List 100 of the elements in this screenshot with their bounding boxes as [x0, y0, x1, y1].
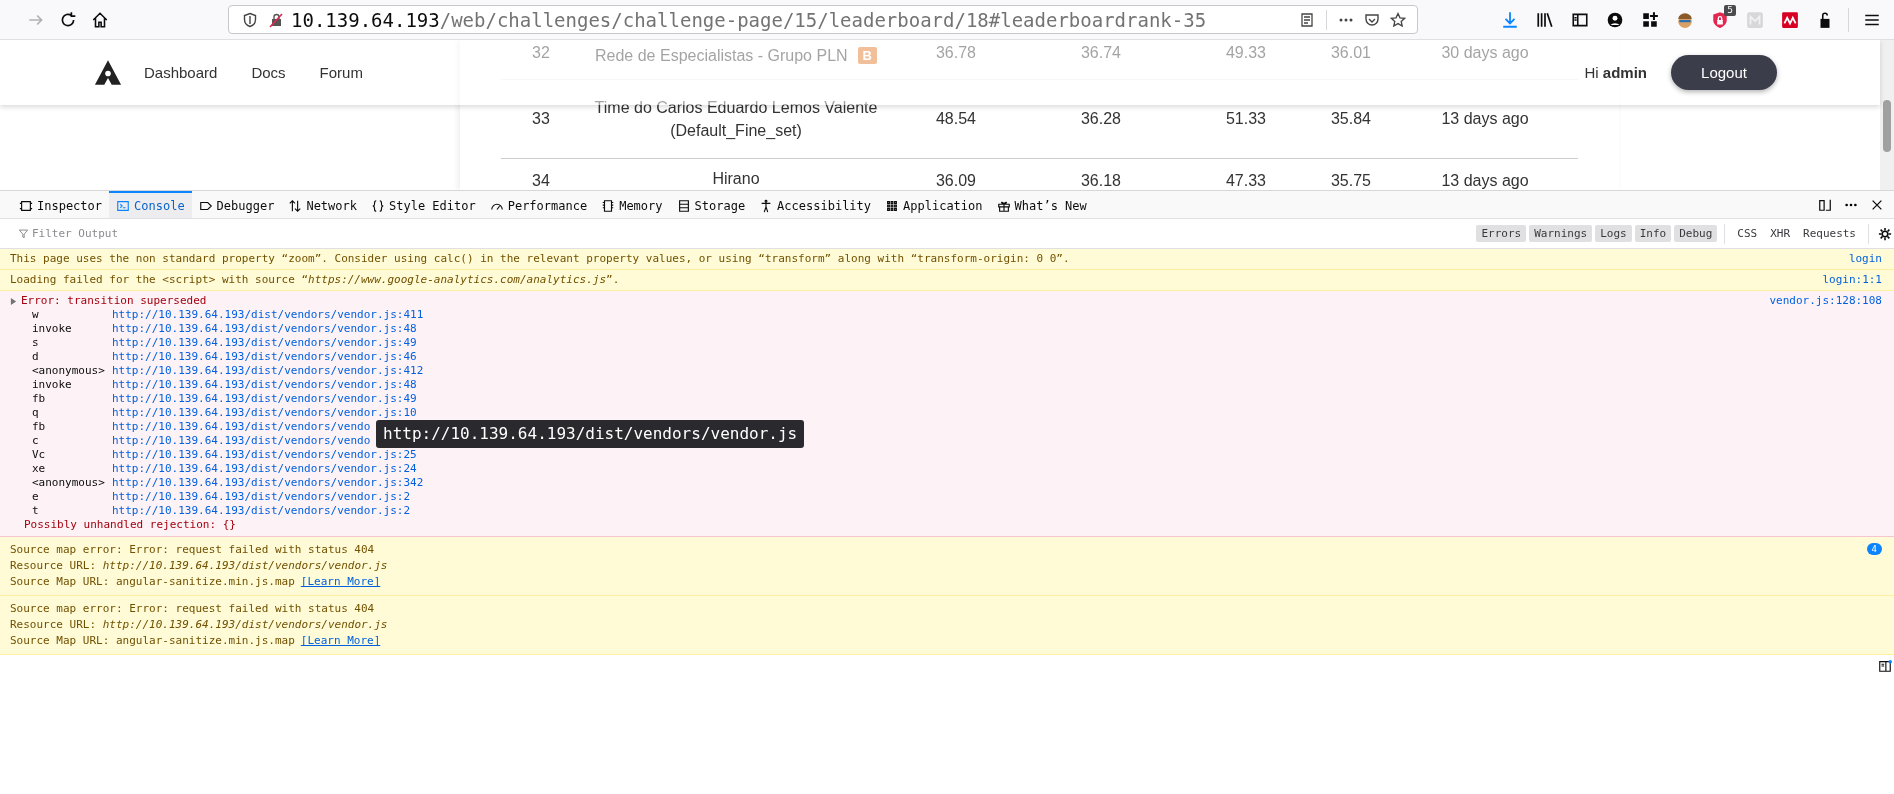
score-cell-text: 36.09: [934, 172, 977, 190]
console-icon: [116, 198, 131, 213]
warning-text: This page uses the non standard property “zoom”. Consider using calc() in the relevant property values, or using “transform” along with “transform-origin: 0 0”.: [10, 252, 1070, 265]
level-filter-button[interactable]: Errors: [1476, 225, 1527, 242]
type-filter-button[interactable]: Requests: [1798, 225, 1861, 242]
source-link[interactable]: login:1:1: [1822, 273, 1882, 287]
frame-link[interactable]: http://10.139.64.193/dist/vendors/vendor.js:25: [112, 448, 417, 462]
function-name: c: [32, 434, 40, 448]
devtools-tab[interactable]: Inspector: [12, 191, 110, 218]
logout-button[interactable]: Logout: [1671, 55, 1777, 90]
frame-link[interactable]: http://10.139.64.193/dist/vendors/vendor.js:2: [112, 490, 410, 504]
source-link[interactable]: vendor.js:128:108: [1769, 294, 1882, 308]
function-name: <anonymous>: [32, 364, 106, 378]
function-name: e: [32, 490, 40, 504]
devtools-tab[interactable]: Performance: [482, 191, 595, 218]
function-name: t: [32, 504, 40, 518]
frame-link[interactable]: http://10.139.64.193/dist/vendors/vendor.js:24: [112, 462, 417, 476]
nav-link[interactable]: Docs: [251, 64, 286, 81]
nav-link[interactable]: Forum: [319, 64, 363, 81]
devtools-tab[interactable]: Memory: [594, 191, 670, 218]
type-filter-button[interactable]: XHR: [1765, 225, 1795, 242]
filter-field[interactable]: Filter Output: [32, 227, 392, 240]
score-cell-text: 35.75: [1329, 172, 1372, 190]
score-cell-text: 36.28: [1079, 110, 1122, 128]
rank-cell-text: 33: [531, 110, 551, 128]
level-filter-button[interactable]: Logs: [1595, 225, 1632, 242]
frame-link[interactable]: http://10.139.64.193/dist/vendors/vendor.js:46: [112, 350, 417, 364]
warning-text: Source map error: Error: request failed with status 404: [10, 602, 375, 615]
type-filter-button[interactable]: CSS: [1732, 225, 1763, 242]
zigzag-tile-icon[interactable]: [1781, 10, 1799, 29]
chip-icon: [601, 198, 616, 213]
reload-icon[interactable]: [59, 10, 77, 29]
frame-link[interactable]: http://10.139.64.193/dist/vendors/vendor.js:342: [112, 476, 424, 490]
logo-icon[interactable]: [94, 59, 122, 86]
devtools-tab[interactable]: Network: [281, 191, 364, 218]
frame-link[interactable]: http://10.139.64.193/dist/vendors/vendor.js:49: [112, 392, 417, 406]
frame-link[interactable]: http://10.139.64.193/dist/vendors/vendor.js:49: [112, 336, 417, 350]
warning-text: Resource URL: http://10.139.64.193/dist/vendors/vendor.js: [10, 559, 388, 572]
inspector-icon: [19, 198, 33, 213]
shield-icon: [242, 11, 258, 28]
devtools-tab[interactable]: Style Editor: [364, 191, 483, 218]
expand-triangle-icon[interactable]: [10, 297, 17, 305]
source-link[interactable]: login: [1848, 252, 1882, 266]
extension-count-badge: 5: [1724, 4, 1736, 16]
frame-link[interactable]: http://10.139.64.193/dist/vendors/vendor.js:10: [112, 406, 417, 420]
library-icon[interactable]: [1536, 10, 1554, 29]
frame-link[interactable]: http://10.139.64.193/dist/vendors/vendor.js:412: [112, 364, 424, 378]
level-filter-button[interactable]: Info: [1634, 225, 1672, 242]
frame-link[interactable]: http://10.139.64.193/dist/vendors/vendor.js:48: [112, 322, 417, 336]
function-name: xe: [32, 462, 47, 476]
devtools-tab[interactable]: Accessibility: [752, 191, 879, 218]
shield-lock-icon[interactable]: [1711, 10, 1729, 29]
star-icon[interactable]: [1390, 11, 1406, 28]
devtools-tab[interactable]: Console: [109, 191, 192, 218]
dock-icon[interactable]: [1818, 197, 1832, 212]
frame-link[interactable]: http://10.139.64.193/dist/vendors/vendor.js:2: [112, 504, 410, 518]
warning-text: Resource URL: http://10.139.64.193/dist/vendors/vendor.js: [10, 618, 388, 631]
learn-more-link[interactable]: [Learn More]: [300, 575, 381, 588]
account-icon[interactable]: [1606, 10, 1624, 29]
function-name: invoke: [32, 322, 73, 336]
devtools-tab[interactable]: What’s New: [989, 191, 1094, 218]
function-name: invoke: [32, 378, 73, 392]
score-cell-text: 36.01: [1329, 44, 1372, 62]
devtools-tab[interactable]: Application: [878, 191, 990, 218]
updated-cell-text: 30 days ago: [1440, 44, 1530, 62]
score-cell-text: 48.54: [934, 110, 977, 128]
frame-link[interactable]: http://10.139.64.193/dist/vendors/vendor.js:48: [112, 378, 417, 392]
function-name: Vc: [32, 448, 47, 462]
download-icon[interactable]: [1501, 10, 1519, 29]
frame-link[interactable]: http://10.139.64.193/dist/vendors/vendo: [112, 420, 371, 434]
warning-text: Source Map URL: angular-sanitize.min.js.map: [10, 575, 295, 588]
scrollbar[interactable]: [1880, 40, 1894, 190]
storage-icon: [676, 198, 691, 213]
frame-link[interactable]: http://10.139.64.193/dist/vendors/vendor.js:411: [112, 308, 424, 322]
function-name: fb: [32, 420, 47, 434]
level-filter-button[interactable]: Warnings: [1529, 225, 1593, 242]
sidebar-toggle-icon[interactable]: [1878, 659, 1892, 673]
frame-link[interactable]: http://10.139.64.193/dist/vendors/vendo: [112, 434, 371, 448]
nav-link[interactable]: Dashboard: [144, 64, 218, 81]
scrollbar-thumb[interactable]: [1883, 100, 1891, 152]
address-bar[interactable]: 10.139.64.193/web/challenges/challenge-page/15/leaderboard/18#leaderboardrank-35: [228, 5, 1418, 34]
team-badge: B: [857, 47, 877, 64]
devtools-tab[interactable]: Debugger: [191, 191, 282, 218]
funnel-icon: [18, 228, 29, 239]
updated-cell-text: 13 days ago: [1440, 172, 1530, 190]
home-icon[interactable]: [91, 10, 109, 29]
level-filter-button[interactable]: Debug: [1674, 225, 1718, 242]
rank-cell-text: 32: [531, 44, 551, 62]
devtools-tab[interactable]: Storage: [669, 191, 753, 218]
settings-icon[interactable]: [1878, 226, 1892, 241]
error-text: Error: transition superseded: [21, 294, 207, 308]
extension-grid-icon[interactable]: [1641, 10, 1659, 29]
function-name: d: [32, 350, 40, 364]
arrows-icon: [288, 198, 303, 213]
tile-icon[interactable]: [1746, 10, 1764, 29]
updated-cell-text: 13 days ago: [1440, 110, 1530, 128]
learn-more-link[interactable]: [Learn More]: [300, 634, 381, 647]
pocket-icon[interactable]: [1364, 11, 1380, 28]
reader-view-icon[interactable]: [1299, 11, 1315, 28]
warning-text: Source Map URL: angular-sanitize.min.js.map: [10, 634, 295, 647]
